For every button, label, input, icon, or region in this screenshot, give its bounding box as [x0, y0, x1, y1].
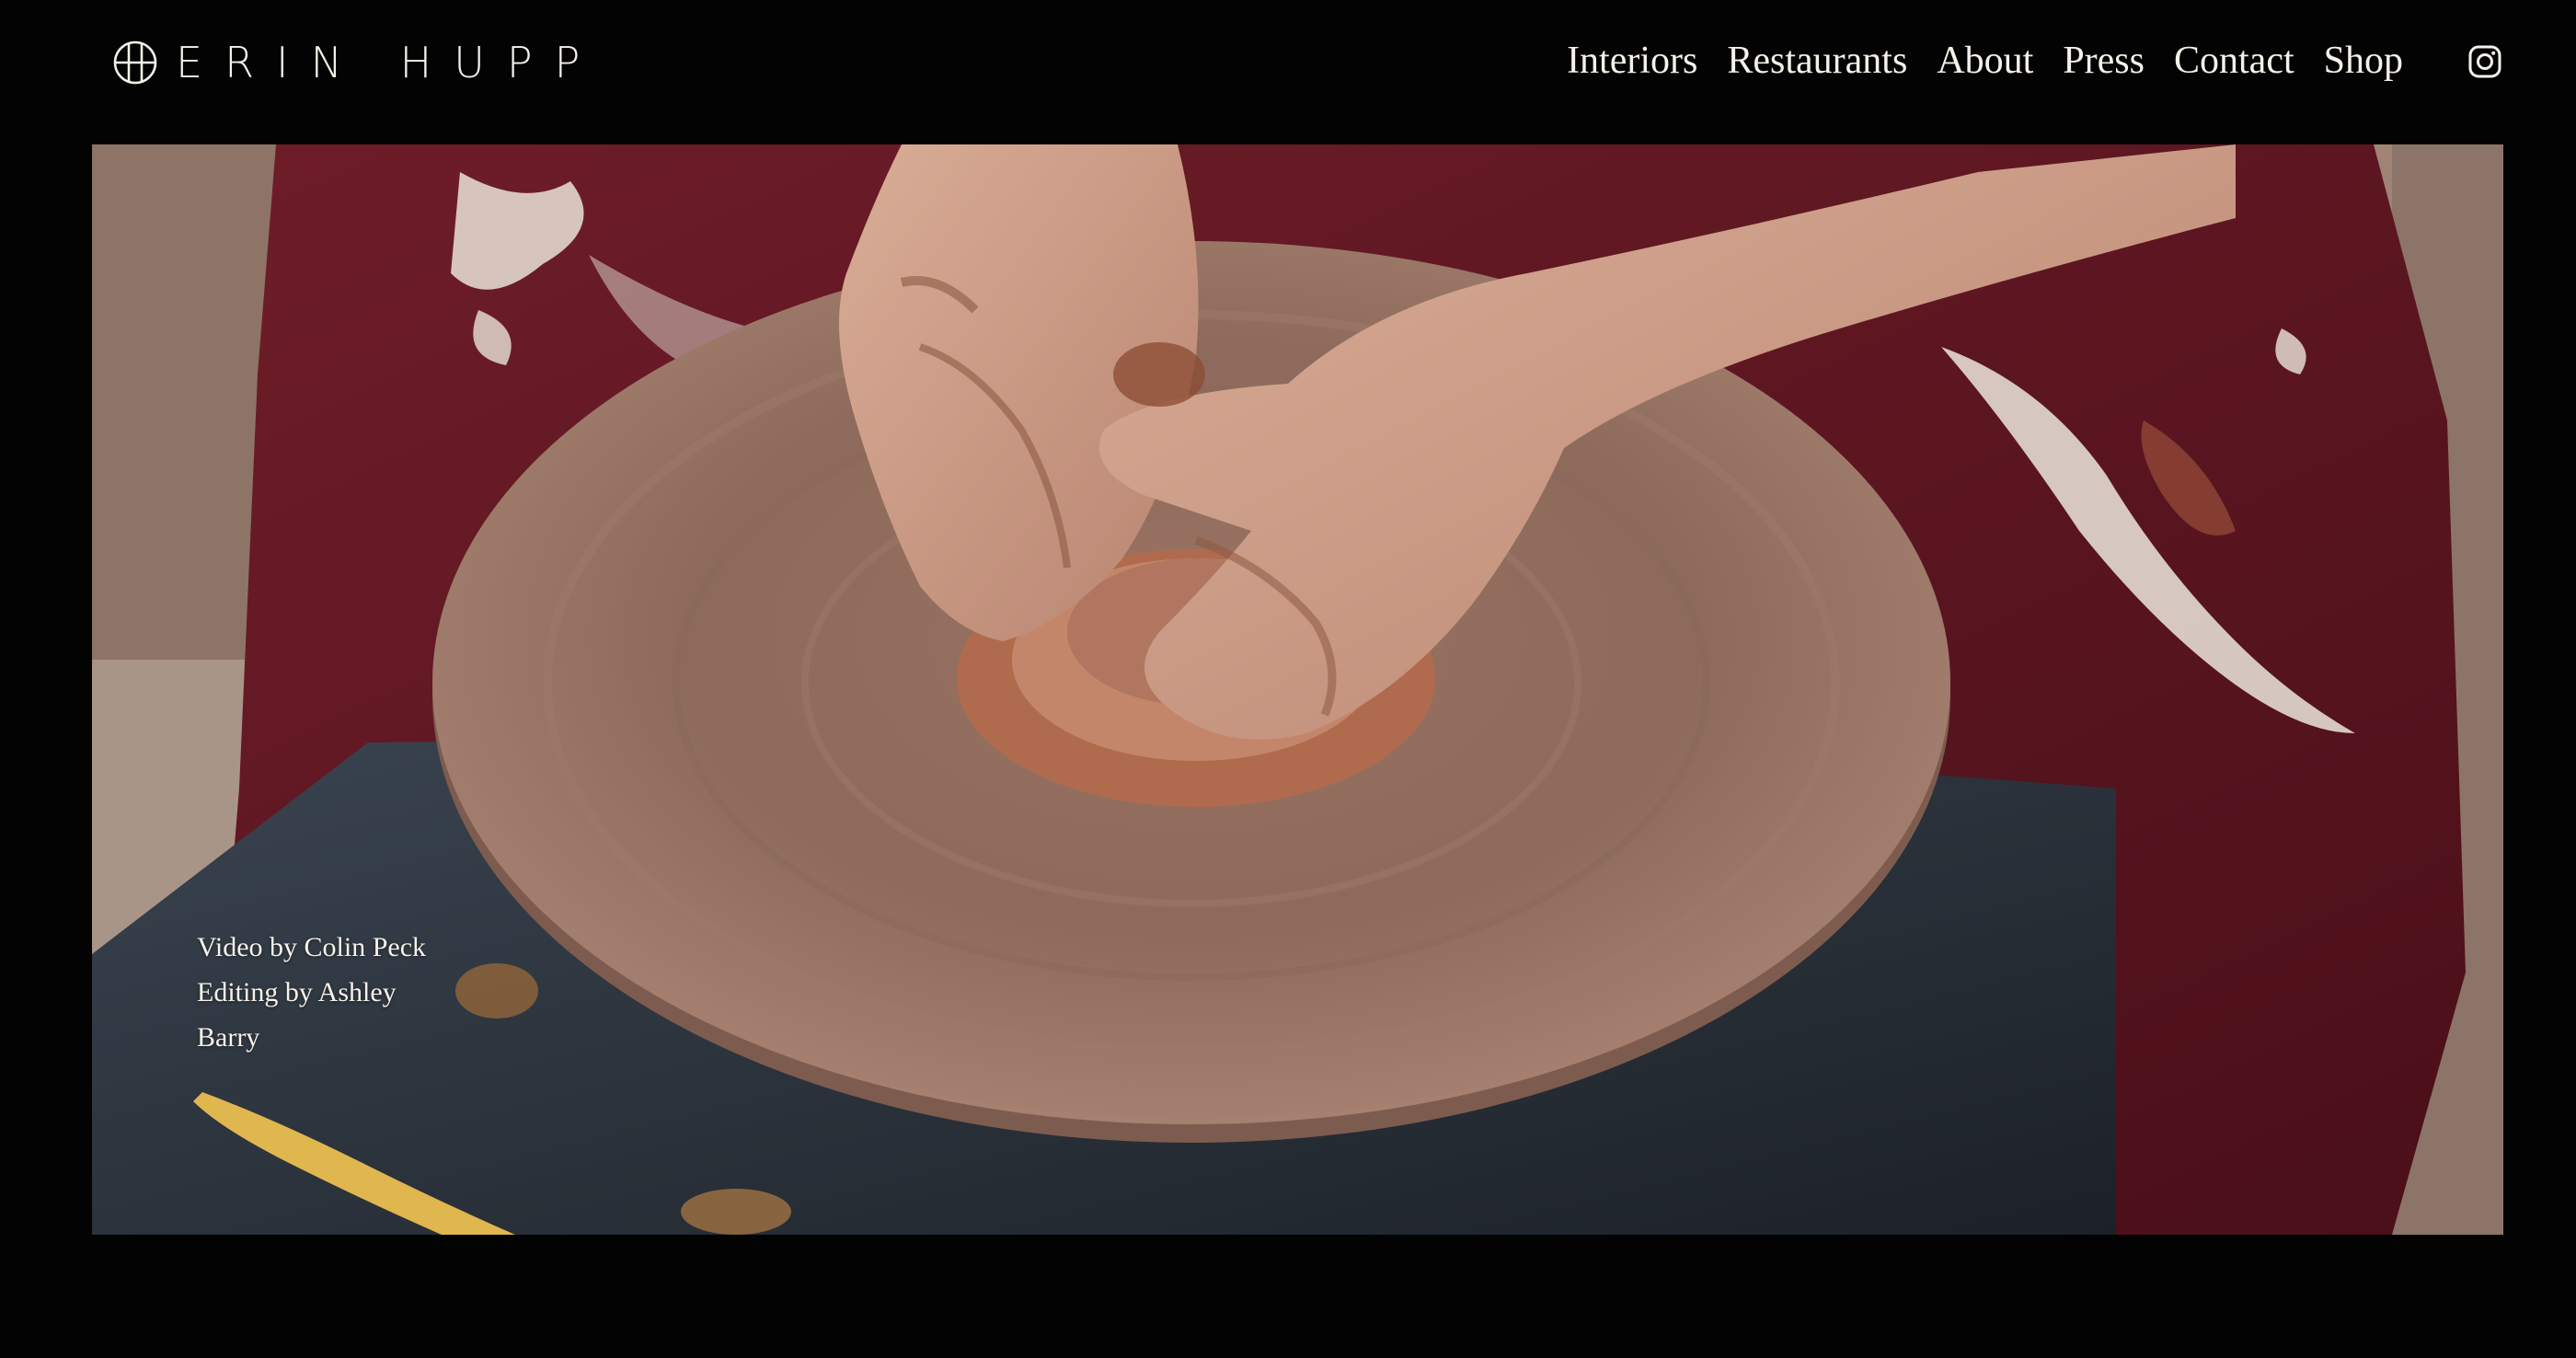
page: ERIN HUPP Interiors Restaurants About Pr…: [0, 0, 2576, 1358]
nav-link-shop[interactable]: Shop: [2324, 33, 2403, 88]
nav-link-contact[interactable]: Contact: [2174, 33, 2294, 88]
brand-name: ERIN HUPP: [176, 38, 603, 87]
circle-monogram-icon: [113, 40, 157, 85]
site-header: ERIN HUPP Interiors Restaurants About Pr…: [0, 0, 2576, 144]
nav-link-press[interactable]: Press: [2063, 33, 2145, 88]
hero-video[interactable]: Video by Colin Peck Editing by Ashley Ba…: [92, 144, 2503, 1235]
credit-line-editing: Editing by Ashley: [197, 977, 397, 1007]
nav-link-restaurants[interactable]: Restaurants: [1727, 33, 1907, 88]
instagram-icon: [2468, 45, 2501, 78]
credit-line-video: Video by Colin Peck: [197, 932, 427, 962]
pottery-wheel-scene: [92, 144, 2503, 1235]
instagram-link[interactable]: [2467, 44, 2502, 79]
nav-link-interiors[interactable]: Interiors: [1567, 33, 1697, 88]
video-credits: Video by Colin Peck Editing by Ashley Ba…: [197, 925, 473, 1060]
credit-line-editor-surname: Barry: [197, 1022, 260, 1053]
logo-link[interactable]: ERIN HUPP: [111, 40, 602, 85]
nav-link-about[interactable]: About: [1937, 33, 2033, 88]
main-nav: Interiors Restaurants About Press Contac…: [1567, 33, 2403, 88]
